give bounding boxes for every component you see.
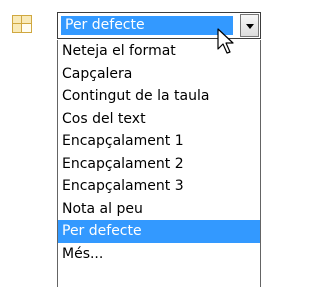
mouse-pointer-icon xyxy=(217,28,234,54)
dropdown-item-footnote[interactable]: Nota al peu xyxy=(58,198,260,221)
dropdown-item-default[interactable]: Per defecte xyxy=(58,220,260,243)
icon-cell xyxy=(22,24,31,32)
dropdown-item-body-text[interactable]: Cos del text xyxy=(58,108,260,131)
dropdown-item-heading-2[interactable]: Encapçalament 2 xyxy=(58,153,260,176)
dropdown-item-header[interactable]: Capçalera xyxy=(58,63,260,86)
dropdown-item-table-contents[interactable]: Contingut de la taula xyxy=(58,85,260,108)
dropdown-arrow-button[interactable] xyxy=(240,14,259,37)
dropdown-item-more[interactable]: Més... xyxy=(58,243,260,266)
dropdown-item-heading-3[interactable]: Encapçalament 3 xyxy=(58,175,260,198)
chevron-down-icon xyxy=(246,24,254,29)
dropdown-item-heading-1[interactable]: Encapçalament 1 xyxy=(58,130,260,153)
paragraph-style-icon[interactable] xyxy=(12,15,32,33)
style-dropdown-list[interactable]: Neteja el format Capçalera Contingut de … xyxy=(57,40,261,287)
combo-current-value[interactable]: Per defecte xyxy=(61,16,233,35)
